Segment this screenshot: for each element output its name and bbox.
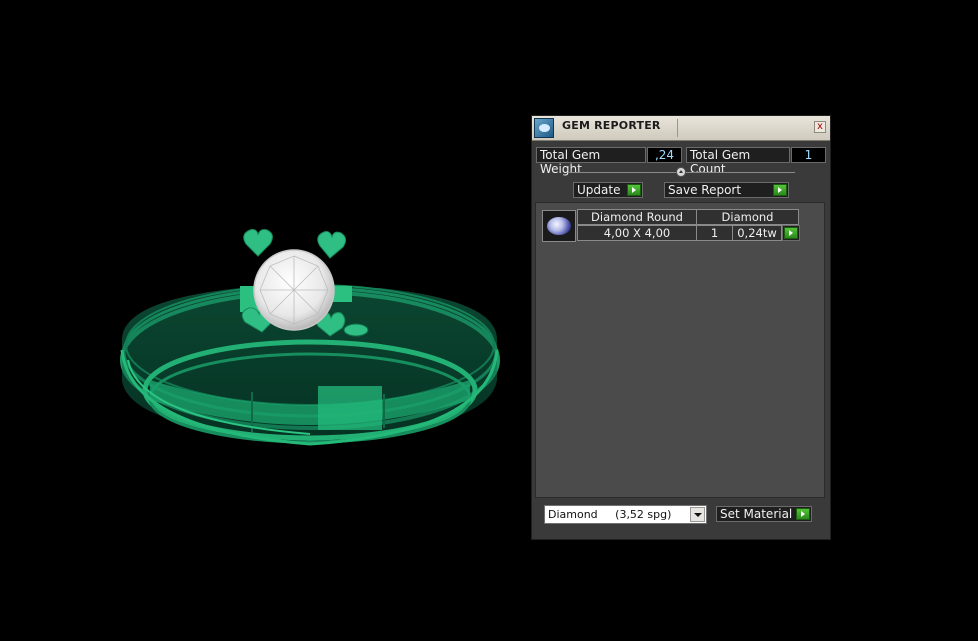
update-button[interactable]: Update bbox=[573, 182, 643, 198]
play-arrow-icon bbox=[627, 184, 641, 196]
gem-size: 4,00 X 4,00 bbox=[577, 225, 697, 241]
3d-viewport[interactable] bbox=[0, 0, 530, 637]
gem-reporter-panel: GEM REPORTER x Total Gem Weight ,24 Tota… bbox=[531, 115, 831, 540]
material-select-value: Diamond (3,52 spg) bbox=[548, 508, 672, 521]
total-gem-count-label: Total Gem Count bbox=[686, 147, 790, 176]
panel-title: GEM REPORTER bbox=[562, 119, 661, 132]
total-gem-count-value: 1 bbox=[791, 147, 826, 163]
total-gem-weight-label: Total Gem Weight bbox=[536, 147, 646, 176]
gem-count: 1 bbox=[696, 225, 733, 241]
play-arrow-icon bbox=[773, 184, 787, 196]
gem-thumbnail bbox=[542, 210, 576, 242]
gem-row-action-button[interactable] bbox=[782, 225, 800, 241]
total-gem-weight-value: ,24 bbox=[647, 147, 682, 163]
gem-list[interactable]: Diamond Round Diamond 4,00 X 4,00 1 0,24… bbox=[535, 202, 825, 498]
play-arrow-icon bbox=[796, 508, 810, 520]
gem-reporter-icon bbox=[534, 118, 554, 138]
ring-model bbox=[120, 229, 500, 446]
material-select[interactable]: Diamond (3,52 spg) bbox=[544, 505, 707, 524]
save-report-button[interactable]: Save Report bbox=[664, 182, 789, 198]
gem-shape: Diamond Round bbox=[577, 209, 697, 225]
panel-titlebar[interactable]: GEM REPORTER x bbox=[532, 116, 830, 141]
close-icon[interactable]: x bbox=[814, 121, 826, 133]
gem-weight: 0,24tw bbox=[732, 225, 782, 241]
play-arrow-icon bbox=[784, 227, 798, 239]
gem-material: Diamond bbox=[696, 209, 799, 225]
set-material-button-label: Set Material bbox=[720, 507, 793, 521]
dropdown-arrow-icon[interactable] bbox=[690, 507, 705, 522]
slider-knob[interactable] bbox=[676, 167, 686, 177]
title-divider bbox=[677, 119, 678, 137]
set-material-button[interactable]: Set Material bbox=[716, 506, 812, 522]
update-button-label: Update bbox=[577, 183, 621, 197]
save-report-button-label: Save Report bbox=[668, 183, 742, 197]
